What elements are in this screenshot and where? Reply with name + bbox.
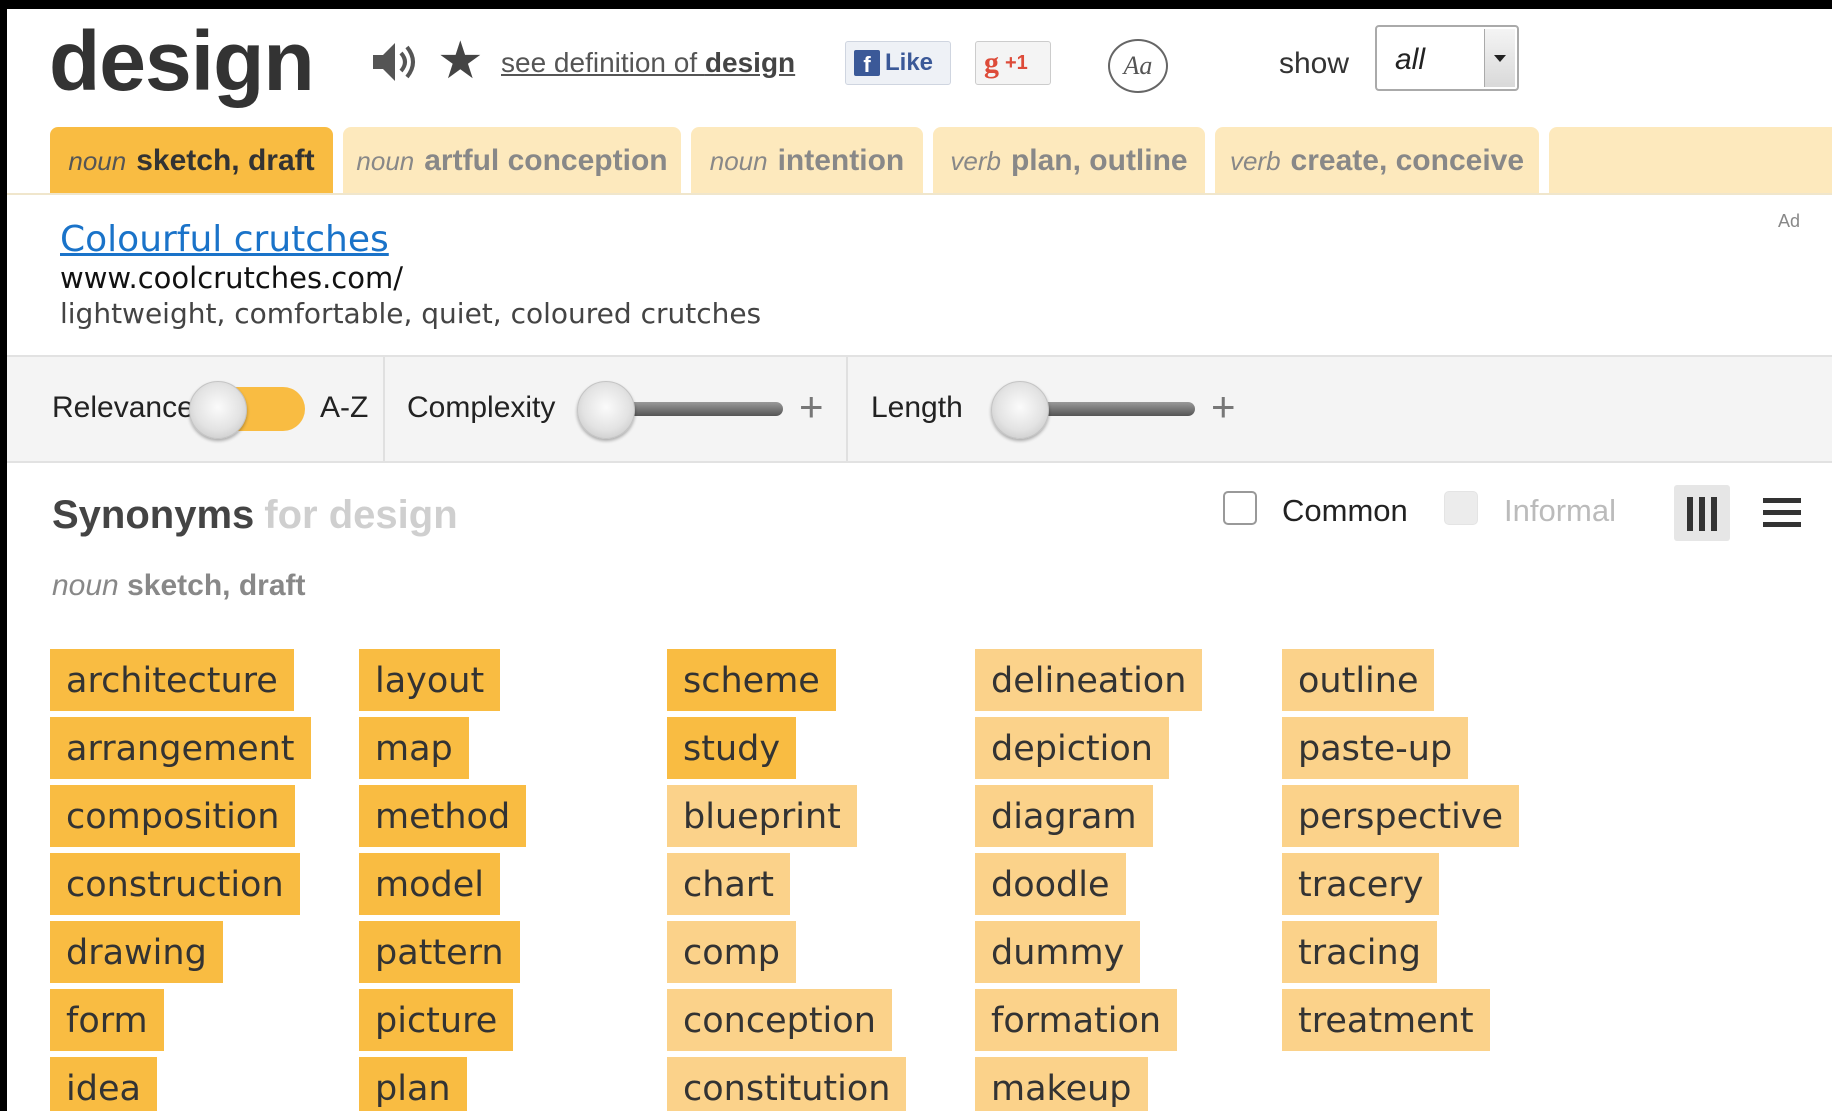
google-plus-button[interactable]: g +1 <box>975 41 1051 85</box>
ad-title-link[interactable]: Colourful crutches <box>60 219 389 260</box>
synonym-chip[interactable]: map <box>359 717 469 779</box>
tab-sketch-draft[interactable]: noun sketch, draft <box>50 127 333 193</box>
sort-relevance-label: Relevance <box>52 391 194 424</box>
list-view-icon[interactable] <box>1763 495 1801 531</box>
length-slider-knob[interactable] <box>991 381 1049 439</box>
sense-pos: noun <box>52 569 119 602</box>
tab-pos: verb <box>1229 146 1281 176</box>
show-select-value: all <box>1395 43 1426 76</box>
tab-create-conceive[interactable]: verb create, conceive <box>1215 127 1539 193</box>
google-plus-icon: g <box>984 46 999 79</box>
show-label: show <box>1279 47 1350 80</box>
synonym-chip[interactable]: tracery <box>1282 853 1440 915</box>
length-plus-icon[interactable]: + <box>1211 386 1236 428</box>
synonym-chip[interactable]: layout <box>359 649 501 711</box>
tab-pos: noun <box>68 146 127 176</box>
synonym-chip[interactable]: outline <box>1282 649 1435 711</box>
synonym-chip[interactable]: tracing <box>1282 921 1437 983</box>
synonym-chip[interactable]: delineation <box>975 649 1203 711</box>
synonym-chip[interactable]: perspective <box>1282 785 1520 847</box>
filter-bar: Relevance A-Z Complexity + Length + <box>7 355 1832 463</box>
synonym-chip[interactable]: method <box>359 785 527 847</box>
tab-label: sketch, draft <box>136 144 315 177</box>
tab-more[interactable] <box>1549 127 1832 193</box>
common-label: Common <box>1282 493 1408 528</box>
tab-label: plan, outline <box>1010 144 1188 177</box>
ad-tag: Ad <box>1777 211 1800 231</box>
headword: design <box>49 14 315 108</box>
synonym-chip[interactable]: study <box>667 717 797 779</box>
facebook-icon: f <box>854 50 880 77</box>
synonyms-heading: Synonyms for design <box>52 493 458 538</box>
synonyms-heading-for: for design <box>264 493 458 537</box>
see-definition-prefix: see definition of <box>501 47 705 78</box>
tab-label: intention <box>777 144 905 177</box>
tab-pos: noun <box>709 146 768 176</box>
show-select[interactable]: all <box>1375 25 1519 91</box>
tab-plan-outline[interactable]: verb plan, outline <box>933 127 1205 193</box>
synonym-chip[interactable]: pattern <box>359 921 520 983</box>
synonym-chip[interactable]: arrangement <box>50 717 311 779</box>
see-definition-link[interactable]: see definition of design <box>501 47 795 79</box>
synonym-chip[interactable]: plan <box>359 1057 467 1111</box>
synonym-chip[interactable]: form <box>50 989 164 1051</box>
thesaurus-page: design ★ see definition of design f Like… <box>7 9 1832 1111</box>
synonym-chip[interactable]: drawing <box>50 921 223 983</box>
synonym-chip[interactable]: construction <box>50 853 300 915</box>
ad-description: lightweight, comfortable, quiet, coloure… <box>60 297 762 330</box>
synonyms-heading-label: Synonyms <box>52 493 255 537</box>
synonym-chip[interactable]: formation <box>975 989 1178 1051</box>
tab-label: artful conception <box>424 144 668 177</box>
synonym-chip[interactable]: constitution <box>667 1057 907 1111</box>
speaker-icon[interactable] <box>367 35 421 89</box>
filter-divider <box>846 357 848 461</box>
synonym-chip[interactable]: treatment <box>1282 989 1490 1051</box>
synonym-chip[interactable]: comp <box>667 921 796 983</box>
synonym-chip[interactable]: depiction <box>975 717 1169 779</box>
ad-url[interactable]: www.coolcrutches.com/ <box>60 261 403 295</box>
filter-divider <box>383 357 385 461</box>
font-size-button[interactable]: Aa <box>1108 39 1168 93</box>
tab-intention[interactable]: noun intention <box>691 127 923 193</box>
complexity-plus-icon[interactable]: + <box>799 386 824 428</box>
synonym-chip[interactable]: doodle <box>975 853 1126 915</box>
synonym-chip[interactable]: blueprint <box>667 785 857 847</box>
tab-label: create, conceive <box>1290 144 1525 177</box>
synonym-chip[interactable]: model <box>359 853 500 915</box>
synonym-chip[interactable]: scheme <box>667 649 836 711</box>
synonym-chip[interactable]: composition <box>50 785 296 847</box>
common-checkbox[interactable] <box>1223 491 1257 525</box>
informal-label: Informal <box>1504 493 1616 528</box>
synonym-chip[interactable]: conception <box>667 989 892 1051</box>
sort-toggle-knob[interactable] <box>189 381 247 439</box>
length-label: Length <box>871 391 963 424</box>
sense-label: sketch, draft <box>127 569 306 602</box>
see-definition-word: design <box>704 47 796 78</box>
informal-checkbox[interactable] <box>1444 491 1478 525</box>
sense-subheading: noun sketch, draft <box>52 569 305 603</box>
synonym-chip[interactable]: paste-up <box>1282 717 1469 779</box>
synonym-chip[interactable]: chart <box>667 853 790 915</box>
synonym-chip[interactable]: idea <box>50 1057 157 1111</box>
tab-pos: noun <box>356 146 415 176</box>
google-plus-label: +1 <box>1005 51 1028 74</box>
synonym-chip[interactable]: architecture <box>50 649 294 711</box>
facebook-like-label: Like <box>885 49 934 76</box>
complexity-slider-knob[interactable] <box>577 381 635 439</box>
complexity-label: Complexity <box>407 391 556 424</box>
column-view-icon[interactable] <box>1674 485 1730 541</box>
facebook-like-button[interactable]: f Like <box>845 41 951 85</box>
tab-pos: verb <box>950 146 1001 176</box>
synonym-chip[interactable]: makeup <box>975 1057 1148 1111</box>
favorite-star-icon[interactable]: ★ <box>437 31 484 91</box>
synonym-chip[interactable]: diagram <box>975 785 1153 847</box>
chevron-down-icon[interactable] <box>1484 29 1515 87</box>
synonym-chip[interactable]: picture <box>359 989 514 1051</box>
tab-artful-conception[interactable]: noun artful conception <box>343 127 681 193</box>
sense-tabs: noun sketch, draft noun artful conception … <box>7 117 1832 195</box>
synonym-chip[interactable]: dummy <box>975 921 1141 983</box>
sort-az-label: A-Z <box>320 391 369 424</box>
